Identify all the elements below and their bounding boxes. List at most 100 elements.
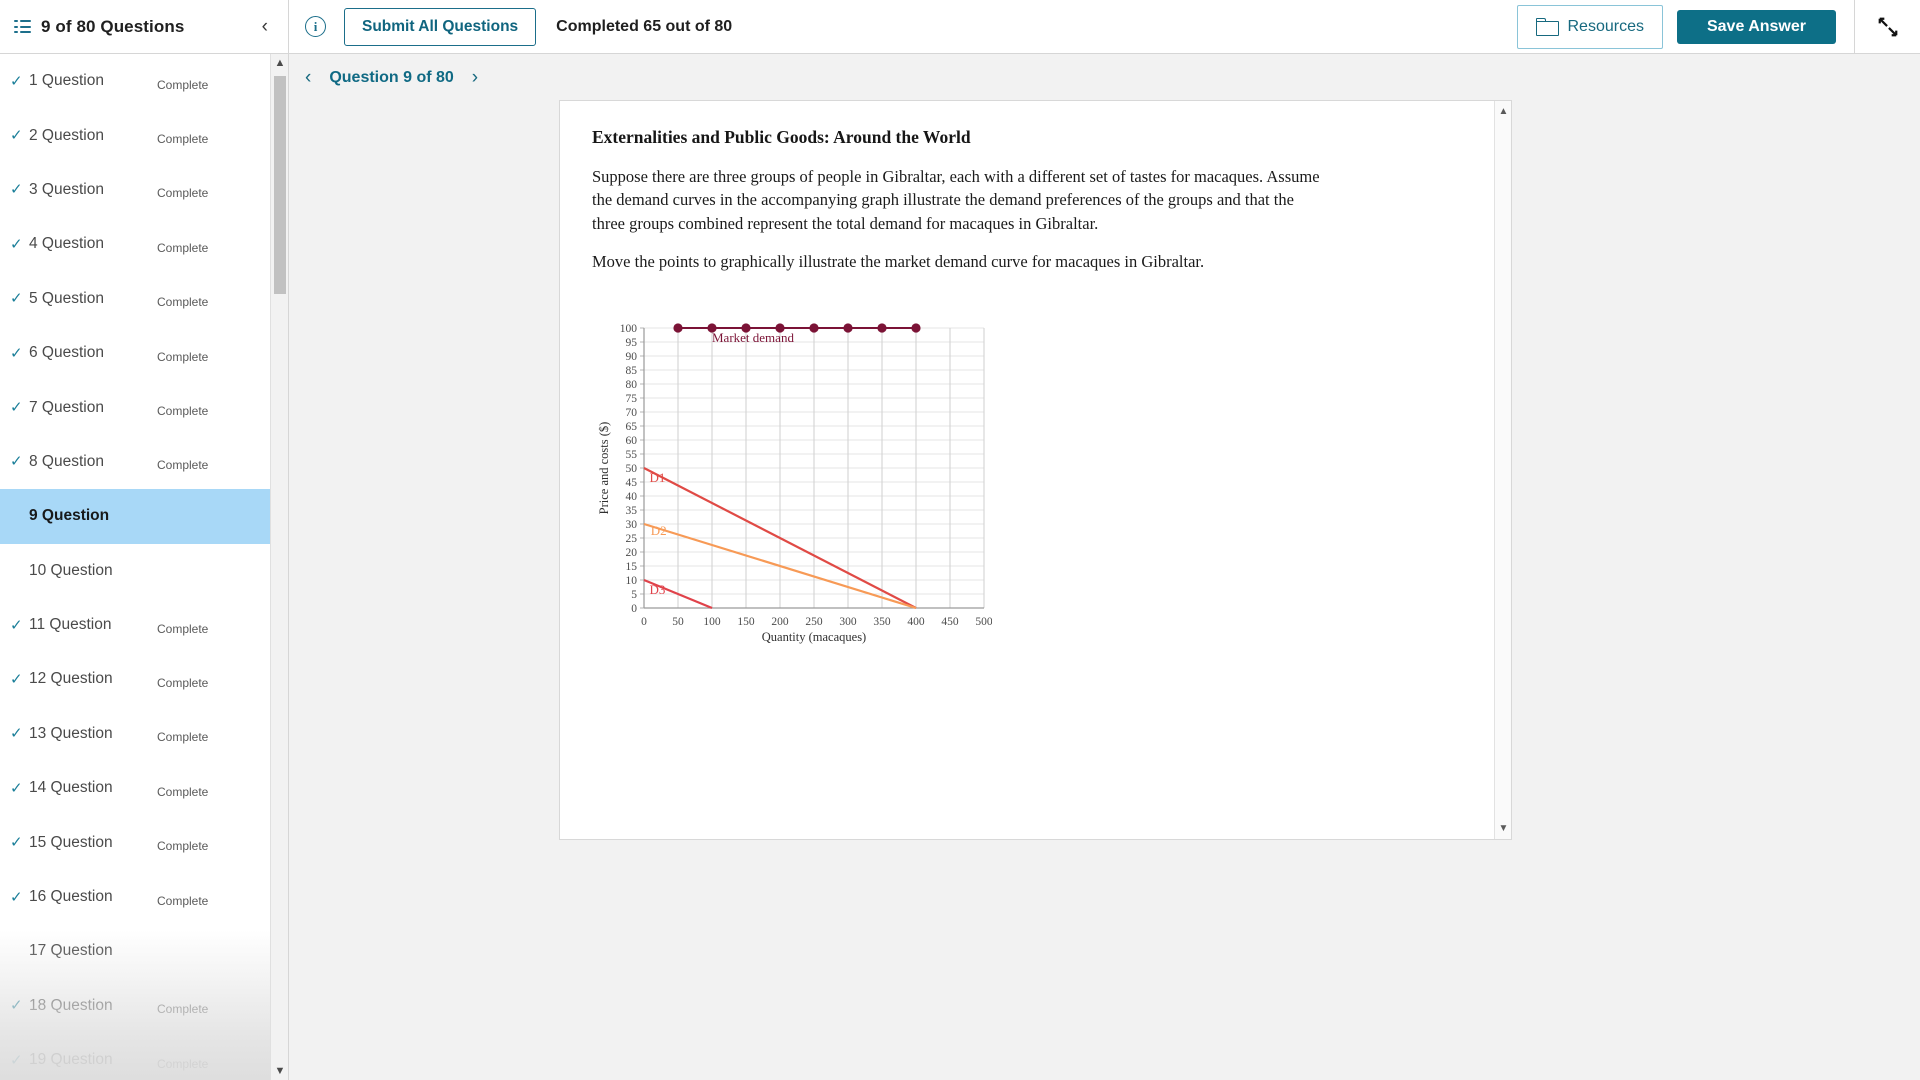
prev-question-icon[interactable]: ‹ xyxy=(301,68,315,87)
sidebar-item-question-2[interactable]: ✓ 2 Question Complete xyxy=(0,108,270,162)
sidebar-item-question-3[interactable]: ✓ 3 Question Complete xyxy=(0,163,270,217)
resources-button[interactable]: Resources xyxy=(1516,4,1663,49)
sidebar-item-question-10[interactable]: ✓10 Question xyxy=(0,544,270,598)
question-card-scrollbar[interactable]: ▲ ▼ xyxy=(1494,101,1511,839)
sidebar-item-question-12[interactable]: ✓ 12 Question Complete xyxy=(0,652,270,706)
completed-status-text: Completed 65 out of 80 xyxy=(556,17,733,35)
sidebar-header: 9 of 80 Questions ‹ xyxy=(0,0,289,53)
chart-canvas[interactable]: 0 5 10 15 20 25 30 35 40 45 50 55 60 65 70 75 80 85 90 95 10… xyxy=(592,314,992,644)
sidebar-scroll-thumb[interactable] xyxy=(274,76,286,294)
sidebar-item-status: Complete xyxy=(157,186,209,201)
check-icon: ✓ xyxy=(10,72,23,90)
sidebar-item-question-6[interactable]: ✓ 6 Question Complete xyxy=(0,326,270,380)
sidebar-item-status: Complete xyxy=(157,784,209,799)
sidebar-item-label: 2 Question xyxy=(29,126,104,144)
resources-label: Resources xyxy=(1567,17,1644,35)
page-title: Externalities and Public Goods: Around t… xyxy=(592,127,971,147)
y-axis-tick: 70 xyxy=(626,407,638,419)
submit-all-questions-button[interactable]: Submit All Questions xyxy=(344,7,537,46)
sidebar-item-label: 3 Question xyxy=(29,180,104,198)
y-axis-tick: 60 xyxy=(626,435,638,447)
card-scroll-up-icon[interactable]: ▲ xyxy=(1495,103,1511,120)
y-axis-tick: 100 xyxy=(620,323,638,335)
check-icon: ✓ xyxy=(10,779,23,797)
toolbar-actions-bar: i Submit All Questions Completed 65 out … xyxy=(289,0,1920,53)
sidebar-item-question-8[interactable]: ✓ 8 Question Complete xyxy=(0,435,270,489)
sidebar-item-question-18[interactable]: ✓ 18 Question Complete xyxy=(0,979,270,1033)
sidebar-item-label: 1 Question xyxy=(29,72,104,90)
collapse-view-button[interactable] xyxy=(1854,0,1920,53)
sidebar-item-question-16[interactable]: ✓ 16 Question Complete xyxy=(0,870,270,924)
sidebar-item-status: Complete xyxy=(157,621,209,636)
x-axis-tick: 450 xyxy=(941,616,959,628)
x-axis-tick: 50 xyxy=(672,616,684,628)
y-axis-tick: 25 xyxy=(626,533,638,545)
sidebar-item-question-19[interactable]: ✓ 19 Question Complete xyxy=(0,1033,270,1080)
x-axis-tick: 400 xyxy=(907,616,925,628)
y-axis-tick: 20 xyxy=(626,547,638,559)
y-axis-tick: 15 xyxy=(626,561,638,573)
y-axis-tick: 45 xyxy=(626,477,638,489)
sidebar-item-question-17[interactable]: ✓17 Question xyxy=(0,924,270,978)
draggable-point[interactable] xyxy=(809,323,819,333)
collapse-arrows-icon xyxy=(1878,17,1897,36)
x-axis-tick: 150 xyxy=(737,616,755,628)
sidebar-item-question-1[interactable]: ✓ 1 Question Complete xyxy=(0,54,270,108)
sidebar-item-question-14[interactable]: ✓ 14 Question Complete xyxy=(0,761,270,815)
y-axis-tick: 35 xyxy=(626,505,638,517)
demand-curve-chart[interactable]: 0 5 10 15 20 25 30 35 40 45 50 55 60 65 70 75 80 85 90 95 10… xyxy=(592,314,1479,644)
series-label-d3: D3 xyxy=(649,582,665,597)
hamburger-icon[interactable] xyxy=(14,20,31,33)
sidebar-item-status: Complete xyxy=(157,1056,209,1071)
y-axis-tick: 80 xyxy=(626,379,638,391)
sidebar-item-label: 17 Question xyxy=(29,942,113,960)
question-nav-title[interactable]: Question 9 of 80 xyxy=(329,69,453,87)
sidebar-item-question-13[interactable]: ✓ 13 Question Complete xyxy=(0,707,270,761)
sidebar-item-label: 13 Question xyxy=(29,724,113,742)
check-icon: ✓ xyxy=(10,127,23,145)
folder-icon xyxy=(1535,17,1559,36)
x-axis-tick: 250 xyxy=(805,616,823,628)
question-list-sidebar: ✓ 1 Question Complete ✓ 2 Question Complete ✓ 3… xyxy=(0,54,289,1080)
sidebar-scroll-up-icon[interactable]: ▲ xyxy=(271,54,288,72)
sidebar-item-status: Complete xyxy=(157,295,209,310)
collapse-sidebar-icon[interactable]: ‹ xyxy=(256,13,274,40)
top-toolbar: 9 of 80 Questions ‹ i Submit All Questio… xyxy=(0,0,1920,54)
draggable-point[interactable] xyxy=(673,323,683,333)
y-axis-tick: 0 xyxy=(631,603,637,615)
draggable-point[interactable] xyxy=(877,323,887,333)
y-axis-tick: 95 xyxy=(626,337,638,349)
y-axis-tick: 75 xyxy=(626,393,638,405)
x-axis-tick: 300 xyxy=(839,616,857,628)
question-card: Externalities and Public Goods: Around t… xyxy=(559,100,1512,840)
sidebar-item-label: 7 Question xyxy=(29,398,104,416)
sidebar-scrollbar[interactable]: ▲ ▼ xyxy=(270,54,288,1080)
card-scroll-down-icon[interactable]: ▼ xyxy=(1495,820,1511,837)
sidebar-item-status: Complete xyxy=(157,458,209,473)
sidebar-item-question-7[interactable]: ✓ 7 Question Complete xyxy=(0,380,270,434)
x-axis-tick: 500 xyxy=(975,616,992,628)
app-root: 9 of 80 Questions ‹ i Submit All Questio… xyxy=(0,0,1920,1080)
next-question-icon[interactable]: › xyxy=(468,68,482,87)
sidebar-item-status: Complete xyxy=(157,839,209,854)
sidebar-item-question-11[interactable]: ✓ 11 Question Complete xyxy=(0,598,270,652)
info-circle-icon[interactable]: i xyxy=(305,16,326,37)
sidebar-item-question-15[interactable]: ✓ 15 Question Complete xyxy=(0,815,270,869)
sidebar-item-question-9[interactable]: ✓9 Question xyxy=(0,489,270,544)
check-icon: ✓ xyxy=(10,290,23,308)
save-answer-button[interactable]: Save Answer xyxy=(1676,9,1836,44)
sidebar-item-status: Complete xyxy=(157,77,209,92)
sidebar-item-status: Complete xyxy=(157,349,209,364)
sidebar-item-status: Complete xyxy=(157,132,209,147)
check-icon: ✓ xyxy=(10,616,23,634)
series-label-d1: D1 xyxy=(649,470,665,485)
sidebar-item-question-5[interactable]: ✓ 5 Question Complete xyxy=(0,272,270,326)
y-axis-tick: 30 xyxy=(626,519,638,531)
check-icon: ✓ xyxy=(10,888,23,906)
sidebar-item-question-4[interactable]: ✓ 4 Question Complete xyxy=(0,217,270,271)
question-paragraph-2: Move the points to graphically illustrat… xyxy=(592,252,1205,272)
draggable-point[interactable] xyxy=(911,323,921,333)
draggable-point[interactable] xyxy=(843,323,853,333)
sidebar-scroll-down-icon[interactable]: ▼ xyxy=(271,1062,288,1080)
check-icon: ✓ xyxy=(10,181,23,199)
